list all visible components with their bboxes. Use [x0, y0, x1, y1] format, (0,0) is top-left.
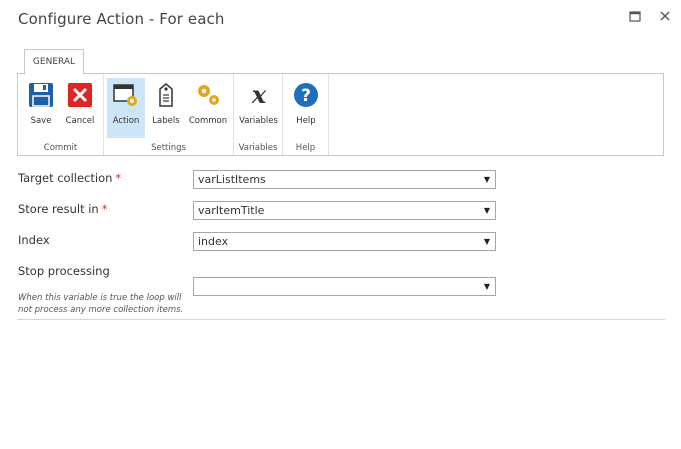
- variables-group: x Variables Variables: [234, 74, 283, 155]
- help-icon: ?: [294, 83, 318, 107]
- group-label-help: Help: [295, 143, 316, 153]
- group-label-commit: Commit: [43, 143, 78, 153]
- commit-group: Save Cancel Commit: [18, 74, 104, 155]
- group-label-settings: Settings: [151, 143, 186, 153]
- save-icon: [29, 83, 53, 107]
- variable-x-icon: x: [250, 82, 266, 108]
- target-collection-label: Target collection *: [18, 171, 122, 185]
- index-label: Index: [18, 233, 50, 247]
- help-label: Help: [296, 116, 316, 126]
- close-button[interactable]: [657, 8, 673, 24]
- common-label: Common: [188, 116, 228, 126]
- cancel-label: Cancel: [65, 116, 95, 126]
- close-icon: [660, 11, 670, 21]
- action-label: Action: [112, 116, 140, 126]
- labels-label: Labels: [152, 116, 180, 126]
- dialog-title: Configure Action - For each: [18, 10, 225, 28]
- maximize-icon: [629, 11, 641, 22]
- maximize-button[interactable]: [627, 8, 643, 24]
- store-result-select[interactable]: varItemTitle ▼: [193, 201, 496, 220]
- save-label: Save: [30, 116, 52, 126]
- svg-text:x: x: [250, 82, 266, 108]
- chevron-down-icon: ▼: [483, 282, 490, 291]
- help-button[interactable]: ? Help: [287, 78, 325, 138]
- help-group: ? Help Help: [283, 74, 329, 155]
- labels-button[interactable]: Labels: [148, 78, 184, 138]
- save-button[interactable]: Save: [24, 78, 58, 138]
- target-collection-value: varListItems: [198, 173, 266, 186]
- required-marker: *: [101, 202, 108, 216]
- action-icon: [113, 84, 137, 106]
- labels-icon: [159, 83, 173, 107]
- chevron-down-icon: ▼: [483, 206, 490, 215]
- action-button[interactable]: Action: [107, 78, 145, 138]
- common-gears-icon: [198, 85, 219, 105]
- chevron-down-icon: ▼: [483, 237, 490, 246]
- variables-label: Variables: [239, 116, 278, 126]
- common-button[interactable]: Common: [186, 78, 230, 138]
- stop-processing-label: Stop processing: [18, 264, 110, 278]
- store-result-label: Store result in *: [18, 202, 108, 216]
- stop-processing-select[interactable]: ▼: [193, 277, 496, 296]
- settings-group: Action Labels Common Settings: [104, 74, 234, 155]
- cancel-icon: [68, 83, 92, 107]
- target-collection-select[interactable]: varListItems ▼: [193, 170, 496, 189]
- chevron-down-icon: ▼: [483, 175, 490, 184]
- cancel-button[interactable]: Cancel: [62, 78, 98, 138]
- ribbon-toolbar: Save Cancel Commit Action Labels Common …: [17, 73, 664, 156]
- form-divider: [17, 319, 665, 320]
- store-result-value: varItemTitle: [198, 204, 265, 217]
- stop-processing-hint: When this variable is true the loop will…: [18, 293, 184, 315]
- group-label-variables: Variables: [238, 143, 278, 153]
- tab-general[interactable]: GENERAL: [24, 49, 84, 75]
- variables-button[interactable]: x Variables: [236, 78, 281, 138]
- svg-text:?: ?: [301, 86, 311, 106]
- required-marker: *: [115, 171, 122, 185]
- index-value: index: [198, 235, 229, 248]
- index-select[interactable]: index ▼: [193, 232, 496, 251]
